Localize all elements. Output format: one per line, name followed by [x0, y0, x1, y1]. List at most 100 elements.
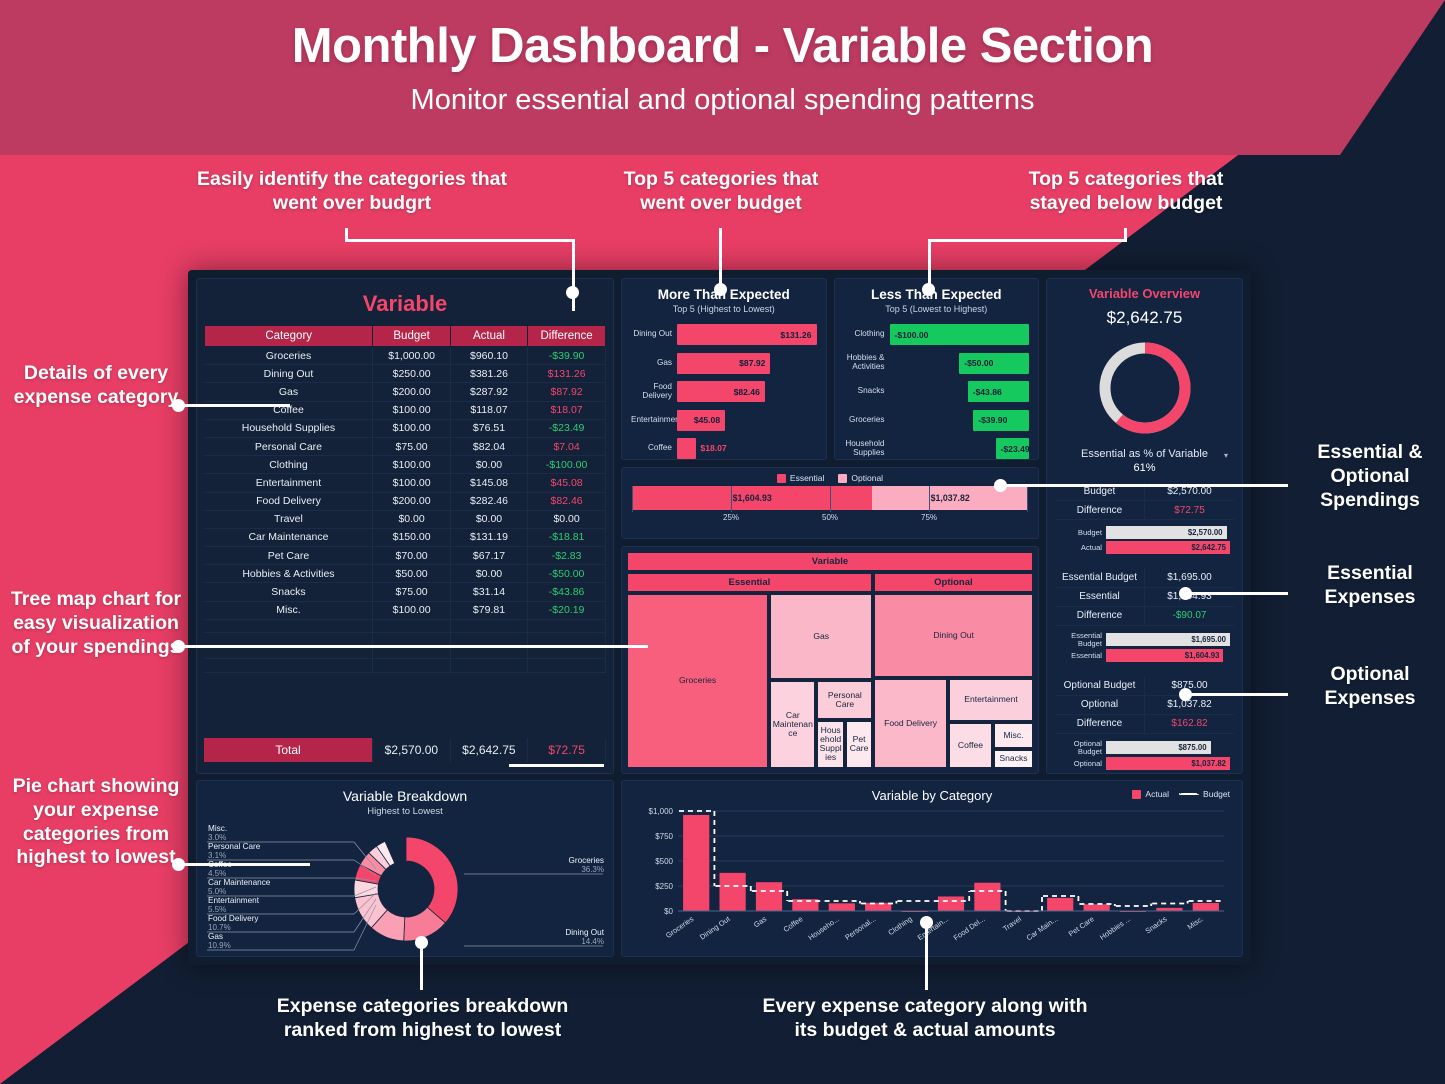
metric-row: Essential$1,604.93	[1055, 587, 1234, 607]
bar-row[interactable]: Dining Out $131.26	[631, 323, 817, 346]
treemap-cell-entertainment[interactable]: Entertainment	[948, 678, 1033, 721]
table-row[interactable]: Hobbies & Activities $50.00 $0.00 -$50.00	[204, 564, 606, 584]
metric-bar-track: $1,695.00	[1106, 633, 1230, 647]
col-difference: Difference	[527, 325, 606, 347]
bar[interactable]	[1192, 903, 1219, 911]
table-row[interactable]: Entertainment $100.00 $145.08 $45.08	[204, 473, 606, 493]
cell-actual: $31.14	[450, 582, 529, 602]
col-actual: Actual	[449, 325, 529, 347]
bar-fill: $82.46	[677, 381, 765, 402]
bar-track: -$50.00	[890, 352, 1029, 374]
treemap-cell-misc[interactable]: Misc.	[994, 722, 1034, 748]
metric-value: $1,695.00	[1167, 571, 1212, 583]
pie-label-pct: 10.9%	[208, 941, 231, 950]
treemap-cell-car-maintenance[interactable]: Car Maintenance	[770, 681, 816, 768]
table-row[interactable]: Gas $200.00 $287.92 $87.92	[204, 382, 606, 402]
bar-row[interactable]: Entertainment $45.08	[631, 409, 817, 432]
treemap-cell-food-delivery[interactable]: Food Delivery	[874, 678, 947, 768]
leader-dot-bycategory	[920, 916, 933, 929]
treemap-cell-personal-care[interactable]: Personal Care	[817, 681, 873, 719]
bar[interactable]	[1156, 907, 1183, 911]
cell-category: Personal Care	[204, 437, 374, 457]
cell-difference: $0.00	[527, 510, 606, 529]
cell-actual: $287.92	[450, 382, 529, 402]
table-row[interactable]: Misc. $100.00 $79.81 -$20.19	[204, 601, 606, 620]
table-blank-row	[204, 632, 606, 647]
table-row[interactable]: Travel $0.00 $0.00 $0.00	[204, 510, 606, 529]
bar-row[interactable]: Clothing -$100.00	[844, 323, 1029, 346]
treemap-cell-snacks[interactable]: Snacks	[994, 750, 1034, 768]
bar-value: -$50.00	[964, 358, 994, 368]
table-row[interactable]: Car Maintenance $150.00 $131.19 -$18.81	[204, 528, 606, 548]
leader-dot-breakdown	[415, 936, 428, 949]
bar[interactable]	[1047, 897, 1074, 911]
bar[interactable]	[828, 903, 855, 911]
leader-dot-opt	[1179, 688, 1192, 701]
leader-dot-ess	[1179, 587, 1192, 600]
bar-row[interactable]: Gas $87.92	[631, 352, 817, 375]
bar[interactable]	[755, 882, 783, 911]
table-row[interactable]: Personal Care $75.00 $82.04 $7.04	[204, 437, 606, 457]
table-row[interactable]: Clothing $100.00 $0.00 -$100.00	[204, 455, 606, 475]
table-row[interactable]: Food Delivery $200.00 $282.46 $82.46	[204, 492, 606, 511]
bar[interactable]	[974, 882, 1001, 911]
pie-label: Gas	[208, 932, 223, 941]
cell-difference: $131.26	[527, 364, 606, 384]
bar-row[interactable]: Coffee $18.07	[631, 437, 817, 460]
bar[interactable]	[719, 872, 746, 911]
bar[interactable]	[865, 902, 892, 911]
pie-slice[interactable]	[405, 836, 459, 924]
y-tick-label: $1,000	[649, 807, 674, 816]
bar-label: Snacks	[857, 386, 885, 396]
bar-value: $45.08	[693, 415, 721, 425]
bar[interactable]	[683, 814, 710, 911]
treemap-cell-pet-care[interactable]: Pet Care	[845, 720, 873, 768]
chevron-down-icon[interactable]: ▾	[1224, 451, 1228, 460]
treemap-root-label: Variable	[627, 552, 1033, 571]
pie-label: Groceries	[569, 856, 605, 865]
variable-table-total: Total $2,570.00 $2,642.75 $72.75	[204, 738, 606, 762]
table-row[interactable]: Pet Care $70.00 $67.17 -$2.83	[204, 546, 606, 566]
leader-dot-treemap	[172, 640, 185, 653]
treemap-cell-coffee[interactable]: Coffee	[948, 722, 992, 768]
metric-bar-value: $2,642.75	[1191, 543, 1226, 553]
bar-row[interactable]: Household Supplies -$23.49	[844, 437, 1030, 460]
x-tick-label: Food Del...	[952, 914, 987, 942]
treemap-cell-groceries[interactable]: Groceries	[627, 594, 769, 768]
bar-value: $18.07	[700, 443, 727, 453]
bycategory-legend: Actual Budget	[1132, 789, 1230, 799]
x-tick-label: Househo...	[807, 914, 841, 942]
metric-bar-track: $2,642.75	[1106, 541, 1230, 555]
x-tick-label: Hobbies ...	[1098, 914, 1132, 942]
bar-row[interactable]: Groceries -$39.90	[844, 409, 1029, 432]
dashboard-bottom-row: Variable Breakdown Highest to Lowest Mis…	[196, 780, 1243, 957]
pie-label-pct: 36.3%	[581, 865, 604, 874]
metric-bar-label: Budget	[1077, 528, 1102, 537]
legend-label-essential: Essential	[789, 473, 825, 483]
overview-metrics: Budget $2,570.00 Difference $72.75 Budget $2,…	[1055, 482, 1234, 777]
bar[interactable]	[937, 896, 965, 911]
bar-row[interactable]: Hobbies & Activities -$50.00	[844, 352, 1029, 375]
bar[interactable]	[792, 899, 819, 911]
cell-difference: -$100.00	[527, 455, 606, 475]
bar-row[interactable]: Food Delivery $82.46	[631, 380, 817, 403]
treemap-header-essential: Essential	[627, 573, 872, 592]
bar-track: $87.92	[677, 352, 817, 374]
table-row[interactable]: Snacks $75.00 $31.14 -$43.86	[204, 582, 606, 602]
table-row[interactable]: Household Supplies $100.00 $76.51 -$23.49	[204, 419, 606, 438]
cell-category: Clothing	[204, 455, 374, 475]
treemap-cell-dining-out[interactable]: Dining Out	[874, 594, 1033, 677]
cell-category: Pet Care	[204, 546, 374, 566]
metric-bar-track: $1,037.82	[1106, 757, 1230, 771]
bar[interactable]	[1083, 904, 1110, 911]
treemap-cell-household-supplies[interactable]: Household Supplies	[817, 720, 844, 768]
stacked-bar-wrap: $1,604.93 $1,037.82	[632, 486, 1028, 512]
bar-row[interactable]: Snacks -$43.86	[844, 380, 1029, 403]
table-row[interactable]: Dining Out $250.00 $381.26 $131.26	[204, 364, 606, 384]
col-budget: Budget	[372, 325, 451, 347]
bar-fill: -$39.90	[973, 409, 1029, 431]
table-row[interactable]: Groceries $1,000.00 $960.10 -$39.90	[204, 346, 606, 366]
treemap-cell-gas[interactable]: Gas	[770, 594, 873, 680]
bar-value: $131.26	[780, 329, 812, 340]
cell-category: Entertainment	[204, 473, 374, 493]
